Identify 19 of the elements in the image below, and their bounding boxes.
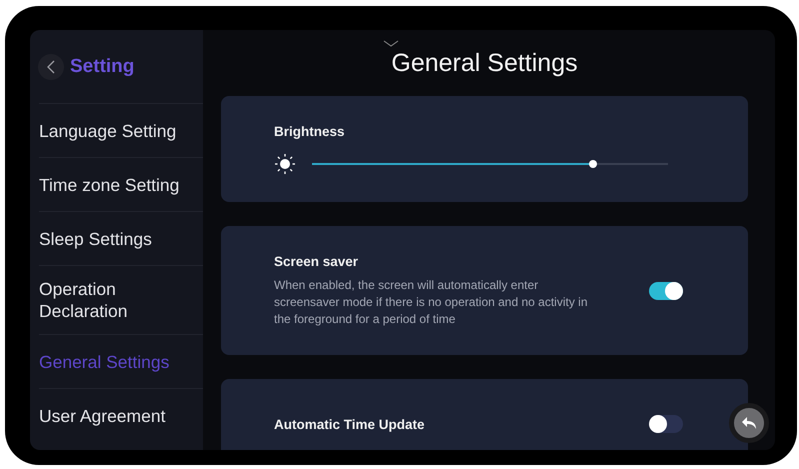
sidebar-item[interactable]: Language Setting bbox=[39, 120, 194, 142]
setting-title: Brightness bbox=[274, 124, 346, 138]
setting-title: Automatic Time Update bbox=[274, 416, 426, 432]
sidebar-item[interactable]: User Agreement bbox=[39, 404, 194, 426]
toggle-switch[interactable] bbox=[649, 415, 683, 433]
page-title: General Settings bbox=[391, 48, 578, 78]
slider-thumb[interactable] bbox=[589, 160, 598, 168]
sun-icon bbox=[274, 152, 296, 174]
sidebar-item[interactable]: Operation Declaration bbox=[39, 278, 194, 322]
back-button[interactable] bbox=[38, 54, 64, 80]
setting-description: When enabled, the screen will automatically enter screensaver mode if there is no operation and no activity in the foreground for a period of time bbox=[274, 276, 589, 328]
setting-title: Screen saver bbox=[274, 254, 360, 268]
chevron-down-icon[interactable] bbox=[383, 40, 399, 47]
chevron-left-icon bbox=[47, 60, 55, 74]
sidebar-item[interactable]: Sleep Settings bbox=[39, 228, 194, 250]
sidebar-title: Setting bbox=[70, 56, 134, 78]
sidebar-item[interactable]: Time zone Setting bbox=[39, 174, 194, 196]
return-arrow-icon bbox=[741, 416, 757, 430]
toggle-switch[interactable] bbox=[649, 282, 683, 300]
